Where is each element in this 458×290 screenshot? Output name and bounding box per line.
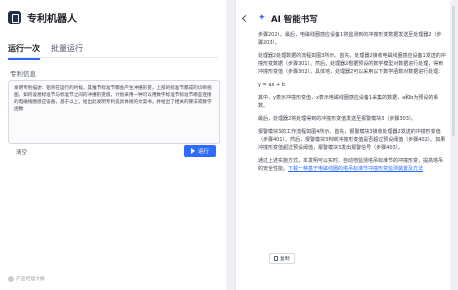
tab-divider	[8, 57, 218, 58]
app-root: 专利机器人 运行一次 批量运行 专利信息 发明专利描述：铝吊在运行的时候，其推节…	[0, 0, 458, 290]
panel-title: AI 智能书写	[271, 15, 318, 25]
play-icon	[190, 148, 195, 154]
content-paragraph: 步骤202）。最后，电磁线圈感应设备1将监测到的冲撞形变数据发送至处理器2（步骤…	[258, 32, 442, 46]
run-button[interactable]: 运行	[184, 145, 216, 157]
patent-info-input[interactable]: 发明专利描述：铝吊在运行的时候，其推节标准节都会产生冲撞形变，上部的标准节都成的…	[8, 80, 220, 144]
download-link[interactable]: 下载一种基于电磁线圈的塔吊标准节冲撞形变监测装置及方法	[288, 166, 423, 172]
clear-button[interactable]: 清空	[16, 148, 27, 156]
app-logo-icon	[8, 11, 21, 24]
scrollbar[interactable]	[452, 6, 455, 136]
content-paragraph: 最后，处理器2将处理得到的冲撞形变值发送至报警模块3（步骤303）。	[258, 116, 417, 122]
watermark-icon	[8, 275, 14, 282]
watermark-text: 产品经理大群	[16, 277, 45, 282]
watermark: 产品经理大群	[8, 275, 45, 282]
left-panel: 专利机器人 运行一次 批量运行 专利信息 发明专利描述：铝吊在运行的时候，其推节…	[0, 0, 226, 290]
content-paragraph: 处理器2处理数据的流程如图3所示。首先，处理器2接收电磁线圈感应设备1发送的冲撞…	[258, 53, 446, 75]
copy-icon	[274, 256, 278, 261]
ai-writing-panel: ✦ AI 智能书写 步骤202）。最后，电磁线圈感应设备1将监测到的冲撞形变数据…	[235, 0, 450, 290]
run-button-label: 运行	[197, 149, 209, 155]
patent-info-label: 专利信息	[10, 70, 36, 78]
generated-content: 步骤202）。最后，电磁线圈感应设备1将监测到的冲撞形变数据发送至处理器2（步骤…	[258, 31, 446, 178]
back-arrow-icon[interactable]	[241, 14, 250, 23]
copy-button[interactable]: 复制	[269, 253, 295, 264]
content-paragraph: 其中，y表示冲撞形变值，x表示电磁线圈感应设备1采集的数据，a和b为预设的系数。	[258, 95, 439, 109]
app-title: 专利机器人	[27, 14, 77, 25]
content-formula: y = ax + b	[258, 82, 285, 88]
copy-button-label: 复制	[280, 257, 290, 262]
content-closing: 通过上述实施方式，本发明可以实时、自动地监测塔吊标准节的冲撞形变，提高塔吊的安全…	[258, 157, 446, 173]
content-paragraph: 报警模块3的工作流程如图4所示。首先，报警模块3接收处理器2发送的冲撞形变值（步…	[258, 129, 446, 151]
sparkle-icon: ✦	[258, 13, 266, 23]
